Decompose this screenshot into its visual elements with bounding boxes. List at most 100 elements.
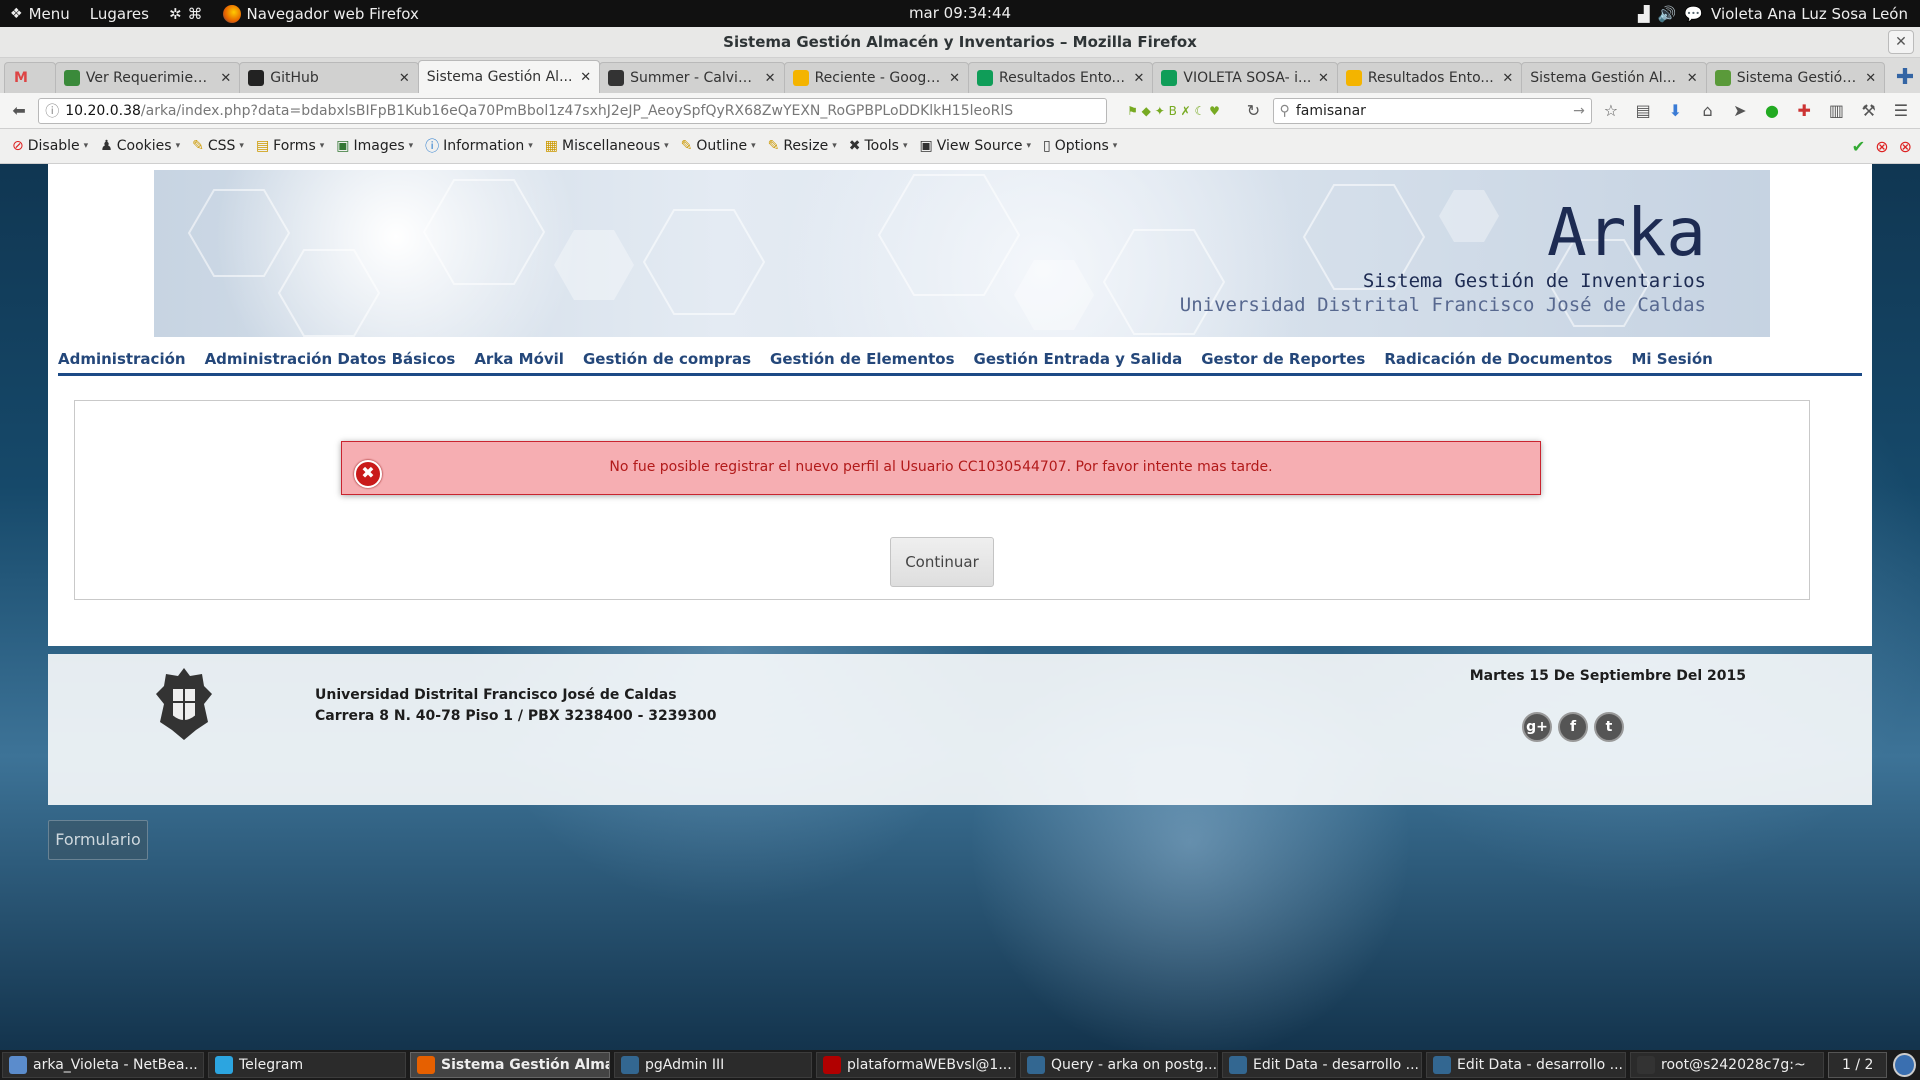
taskbar-item[interactable]: Edit Data - desarrollo ... (1426, 1052, 1626, 1078)
tab-close-icon[interactable]: ✕ (1865, 71, 1876, 86)
continue-button[interactable]: Continuar (890, 537, 994, 587)
notification-icon[interactable] (1893, 1053, 1916, 1077)
tab-active[interactable]: Sistema Gestión Al... ✕ (417, 60, 601, 93)
taskbar-item[interactable]: plataformaWEBvsl@1... (816, 1052, 1016, 1078)
taskbar-item[interactable]: arka_Violeta - NetBea... (2, 1052, 204, 1078)
addon-icons[interactable]: ⚑ ◆ ✦ B ✗ ☾ ♥ (1113, 98, 1235, 124)
taskbar-item[interactable]: pgAdmin III (614, 1052, 812, 1078)
dev-menu-view-source[interactable]: ▣ View Source ▾ (913, 132, 1037, 160)
dev-menu-css[interactable]: ✎ CSS ▾ (186, 132, 250, 160)
dev-menu-cookies[interactable]: ♟ Cookies ▾ (94, 132, 186, 160)
user-menu[interactable]: Violeta Ana Luz Sosa León (1711, 5, 1908, 23)
nav-item[interactable]: Administración Datos Básicos (205, 350, 456, 368)
dev-menu-tools[interactable]: ✖ Tools ▾ (843, 132, 914, 160)
back-arrow-icon[interactable]: ⬅ (6, 98, 32, 124)
browser-tab[interactable]: Ver Requerimien... ✕ (54, 62, 241, 93)
reload-icon[interactable]: ↻ (1240, 98, 1266, 124)
browser-tab[interactable]: Sistema Gestión ... ✕ (1705, 62, 1886, 93)
hamburger-menu-icon[interactable]: ☰ (1888, 98, 1914, 124)
window-titlebar[interactable]: Sistema Gestión Almacén y Inventarios – … (0, 27, 1920, 58)
new-tab-icon[interactable]: ✚ (1890, 62, 1920, 93)
tab-close-icon[interactable]: ✕ (949, 71, 960, 86)
dev-menu-outline[interactable]: ✎ Outline ▾ (675, 132, 762, 160)
browser-tab[interactable]: VIOLETA SOSA- i... ✕ (1152, 62, 1338, 93)
panel-app-launchers[interactable]: ✲ ⌘ (159, 0, 213, 27)
dev-menu-miscellaneous[interactable]: ▦ Miscellaneous ▾ (539, 132, 675, 160)
taskbar-item[interactable]: Query - arka on postg... (1020, 1052, 1218, 1078)
nav-item[interactable]: Arka Móvil (474, 350, 564, 368)
send-icon[interactable]: ➤ (1727, 98, 1753, 124)
tab-close-icon[interactable]: ✕ (580, 70, 591, 85)
panel-clock[interactable]: mar 09:34:44 (909, 0, 1011, 27)
dev-menu-resize[interactable]: ✎ Resize ▾ (762, 132, 843, 160)
tab-close-icon[interactable]: ✕ (1318, 71, 1329, 86)
error-icon[interactable]: ⊗ (1875, 137, 1888, 156)
taskbar-item[interactable]: Edit Data - desarrollo ... (1222, 1052, 1422, 1078)
tab-title: Summer - Calvin ... (630, 70, 759, 86)
search-input[interactable]: famisanar (1296, 103, 1567, 119)
tab-close-icon[interactable]: ✕ (765, 71, 776, 86)
window-close-button[interactable]: ✕ (1888, 30, 1914, 54)
nav-item[interactable]: Administración (58, 350, 186, 368)
dev-menu-forms[interactable]: ▤ Forms ▾ (250, 132, 330, 160)
facebook-icon[interactable]: f (1558, 712, 1588, 742)
nav-item[interactable]: Gestor de Reportes (1201, 350, 1365, 368)
settings-icon[interactable]: ✲ (169, 5, 182, 23)
dev-menu-disable[interactable]: ⊘ Disable ▾ (6, 132, 94, 160)
browser-tab[interactable]: Summer - Calvin ... ✕ (599, 62, 785, 93)
tab-close-icon[interactable]: ✕ (220, 71, 231, 86)
dev-menu-images[interactable]: ▣ Images ▾ (330, 132, 419, 160)
taskbar-item[interactable]: Telegram (208, 1052, 406, 1078)
taskbar-item[interactable]: root@s242028c7g:~ (1630, 1052, 1824, 1078)
tab-close-icon[interactable]: ✕ (1687, 71, 1698, 86)
media-icon (608, 70, 625, 86)
download-icon[interactable]: ⬇ (1662, 98, 1688, 124)
pgadmin-icon (621, 1056, 639, 1074)
view-source-icon: ▣ (919, 138, 933, 154)
clipboard-icon[interactable]: ▥ (1823, 98, 1849, 124)
home-icon[interactable]: ⌂ (1694, 98, 1720, 124)
network-icon[interactable]: ▟ (1638, 5, 1650, 23)
nav-item[interactable]: Mi Sesión (1631, 350, 1712, 368)
browser-tab[interactable]: GitHub ✕ (239, 62, 419, 93)
places-menu[interactable]: Lugares (80, 0, 159, 27)
browser-tab[interactable]: Resultados Ento... ✕ (1336, 62, 1523, 93)
workspace-indicator[interactable]: 1 / 2 (1828, 1052, 1888, 1078)
taskbar-item-label: Edit Data - desarrollo ... (1253, 1057, 1419, 1073)
bookmark-star-icon[interactable]: ☆ (1598, 98, 1624, 124)
browser-tab[interactable]: Resultados Ento... ✕ (968, 62, 1154, 93)
tab-strip: M Ver Requerimien... ✕ GitHub ✕ Sistema Gesti… (0, 58, 1920, 93)
nav-item[interactable]: Radicación de Documentos (1384, 350, 1612, 368)
google-plus-icon[interactable]: g+ (1522, 712, 1552, 742)
search-bar[interactable]: ⚲ famisanar → (1272, 97, 1592, 124)
addon-green-icon[interactable]: ● (1759, 98, 1785, 124)
addon-wrench-icon[interactable]: ⚒ (1856, 98, 1882, 124)
browser-tab[interactable]: M (4, 62, 56, 93)
dev-menu-options[interactable]: ▯ Options ▾ (1037, 132, 1123, 160)
nav-item[interactable]: Gestión de compras (583, 350, 751, 368)
browser-tab[interactable]: Reciente - Googl... ✕ (783, 62, 969, 93)
tab-close-icon[interactable]: ✕ (399, 71, 410, 86)
menu-button[interactable]: ❖ Menu (0, 0, 80, 27)
command-icon[interactable]: ⌘ (188, 5, 203, 23)
active-app-menu[interactable]: Navegador web Firefox (213, 0, 429, 27)
nav-item[interactable]: Gestión Entrada y Salida (974, 350, 1183, 368)
validate-ok-icon[interactable]: ✔ (1852, 137, 1865, 156)
search-go-icon[interactable]: → (1573, 103, 1585, 119)
dev-menu-information[interactable]: ⓘ Information ▾ (419, 132, 539, 160)
addon-colorful-icon[interactable]: ✚ (1791, 98, 1817, 124)
close-toolbar-icon[interactable]: ⊗ (1899, 137, 1912, 156)
navigation-toolbar: ⬅ ⓘ 10.20.0.38 /arka/index.php?data=bdab… (0, 93, 1920, 129)
url-bar[interactable]: ⓘ 10.20.0.38 /arka/index.php?data=bdabxl… (38, 97, 1107, 124)
formulario-button[interactable]: Formulario (48, 820, 148, 860)
site-info-icon[interactable]: ⓘ (45, 101, 59, 121)
page-footer: Universidad Distrital Francisco José de … (48, 654, 1872, 805)
browser-tab[interactable]: Sistema Gestión Al... ✕ (1521, 62, 1707, 93)
tab-close-icon[interactable]: ✕ (1134, 71, 1145, 86)
nav-item[interactable]: Gestión de Elementos (770, 350, 955, 368)
reading-list-icon[interactable]: ▤ (1630, 98, 1656, 124)
volume-icon[interactable]: 🔊 (1658, 5, 1677, 23)
taskbar-item[interactable]: Sistema Gestión Alma... (410, 1052, 610, 1078)
twitter-icon[interactable]: t (1594, 712, 1624, 742)
tab-close-icon[interactable]: ✕ (1502, 71, 1513, 86)
